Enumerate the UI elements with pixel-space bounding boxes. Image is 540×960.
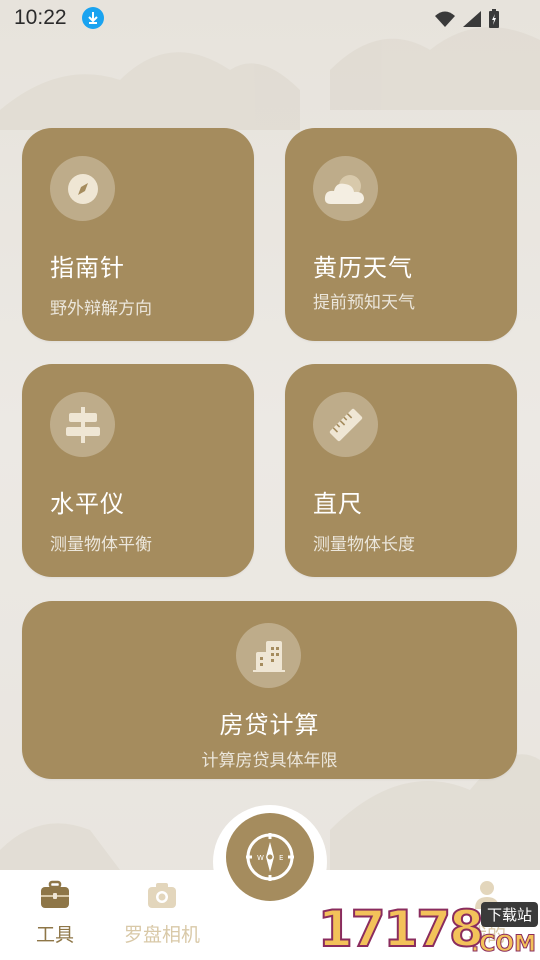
almanac-title: 黄历天气 [313, 254, 413, 282]
center-compass-button[interactable]: W E [226, 813, 314, 901]
compass-dial-icon: W E [246, 833, 294, 881]
watermark-suffix: .COM [470, 932, 536, 958]
watermark-tag: 下载站 [480, 902, 538, 927]
level-card[interactable]: 水平仪 测量物体平衡 [22, 364, 254, 577]
level-icon [50, 392, 115, 457]
wifi-icon [435, 11, 455, 27]
signal-icon [463, 11, 481, 27]
nav-item-compass-camera[interactable]: 罗盘相机 [107, 870, 217, 960]
compass-card[interactable]: 指南针 野外辩解方向 [22, 128, 254, 341]
nav-label-compass-camera: 罗盘相机 [123, 924, 200, 946]
almanac-weather-card[interactable]: 黄历天气 提前预知天气 [285, 128, 517, 341]
nav-label-tools: 工具 [35, 924, 74, 946]
battery-icon [489, 9, 499, 28]
svg-text:W: W [257, 854, 264, 862]
mortgage-subtitle: 计算房贷具体年限 [201, 751, 338, 771]
nav-item-tools[interactable]: 工具 [0, 870, 110, 960]
ruler-title: 直尺 [313, 490, 363, 518]
ruler-icon [313, 392, 378, 457]
almanac-subtitle: 提前预知天气 [313, 293, 415, 313]
level-title: 水平仪 [50, 490, 125, 518]
cloud-icon [313, 156, 378, 221]
svg-text:E: E [279, 854, 283, 862]
status-bar: 10:22 [0, 0, 540, 38]
mortgage-calculator-card[interactable]: 房贷计算 计算房贷具体年限 [22, 601, 517, 779]
status-time: 10:22 [14, 6, 67, 29]
briefcase-icon [41, 880, 69, 908]
ruler-subtitle: 测量物体长度 [313, 535, 415, 555]
site-watermark: 17178 下载站 .COM [317, 898, 540, 960]
compass-title: 指南针 [50, 254, 125, 282]
building-icon [236, 623, 301, 688]
compass-subtitle: 野外辩解方向 [50, 299, 152, 319]
ruler-card[interactable]: 直尺 测量物体长度 [285, 364, 517, 577]
level-subtitle: 测量物体平衡 [50, 535, 152, 555]
mortgage-title: 房贷计算 [219, 711, 320, 739]
watermark-digits: 17178 [317, 899, 485, 959]
camera-icon [148, 883, 176, 908]
download-notification-icon [82, 7, 104, 29]
compass-icon [50, 156, 115, 221]
status-icons [434, 9, 500, 29]
